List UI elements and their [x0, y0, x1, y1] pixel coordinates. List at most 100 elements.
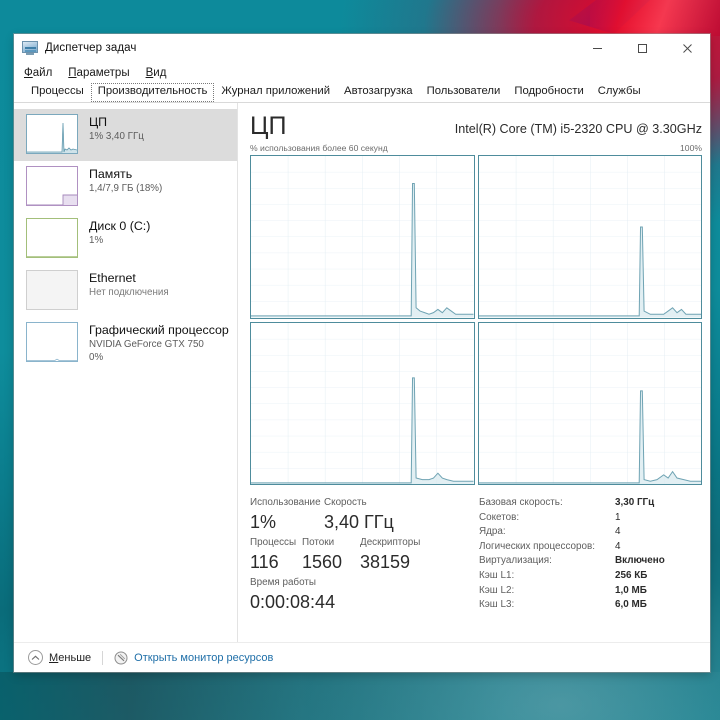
menu-item-view[interactable]: Вид — [146, 67, 167, 79]
close-button[interactable] — [665, 34, 710, 62]
fewer-details-label: Меньше — [49, 651, 92, 664]
graph-axis-left-label: % использования более 60 секунд — [250, 143, 388, 153]
memory-thumbnail-graph — [26, 166, 78, 206]
menu-item-options[interactable]: Параметры — [68, 67, 129, 79]
stat-speed-value: 3,40 ГГц — [324, 512, 394, 532]
cpu-graph-1[interactable] — [477, 155, 702, 319]
detail-key: Логических процессоров: — [479, 540, 596, 552]
detail-row: Кэш L1: 256 КБ — [479, 569, 702, 584]
main-header: ЦП Intel(R) Core (TM) i5-2320 CPU @ 3.30… — [250, 111, 702, 141]
detail-key: Базовая скорость: — [479, 497, 563, 508]
stat-speed: Скорость 3,40 ГГц — [324, 495, 424, 535]
tab-services[interactable]: Службы — [591, 83, 648, 102]
sidebar-item-memory[interactable]: Память 1,4/7,9 ГБ (18%) — [14, 161, 237, 213]
fewer-details-button[interactable]: Меньше — [28, 650, 91, 665]
stat-handles-label: Дескрипторы — [360, 537, 421, 548]
cpu-thumbnail-graph — [26, 114, 78, 154]
detail-value: 4 — [615, 526, 621, 538]
sidebar-item-gpu-sub: NVIDIA GeForce GTX 750 — [89, 339, 204, 350]
sidebar-item-disk[interactable]: Диск 0 (C:) 1% — [14, 213, 237, 265]
sidebar-item-cpu-sub: 1% 3,40 ГГц — [89, 131, 144, 142]
window-title: Диспетчер задач — [45, 42, 137, 54]
window-body: ЦП 1% 3,40 ГГц Память 1,4/7,9 ГБ (18%) Д… — [14, 103, 710, 642]
task-manager-icon — [22, 40, 38, 56]
detail-row: Ядра: 4 — [479, 525, 702, 540]
sidebar-item-gpu-sub2: 0% — [89, 352, 104, 363]
stats-row-2: Процессы 116 Потоки 1560 Дескрипторы 381… — [250, 535, 455, 575]
logical-processors-grid[interactable] — [250, 155, 702, 485]
task-manager-window: Диспетчер задач Файл Параметры Вид Проце… — [14, 34, 710, 672]
detail-value: Включено — [615, 555, 665, 567]
graph-axis-labels: % использования более 60 секунд 100% — [250, 143, 702, 153]
sidebar-item-ethernet-title: Ethernet — [89, 271, 136, 285]
stat-processes-label: Процессы — [250, 537, 297, 548]
detail-row: Виртуализация: Включено — [479, 554, 702, 569]
tab-performance[interactable]: Производительность — [90, 83, 215, 102]
cpu-graph-0[interactable] — [250, 155, 475, 319]
stat-handles-value: 38159 — [360, 552, 411, 572]
tab-details[interactable]: Подробности — [507, 83, 590, 102]
sidebar-item-ethernet[interactable]: Ethernet Нет подключения — [14, 265, 237, 317]
stats-area: Использование 1% Скорость 3,40 ГГц Проце… — [250, 495, 702, 615]
window-titlebar[interactable]: Диспетчер задач — [14, 34, 710, 62]
status-bar: Меньше Открыть монитор ресурсов — [14, 642, 710, 672]
cpu-model-label: Intel(R) Core (TM) i5-2320 CPU @ 3.30GHz — [454, 122, 702, 136]
stat-threads: Потоки 1560 — [302, 535, 360, 575]
open-resource-monitor-label: Открыть монитор ресурсов — [134, 651, 274, 664]
detail-row: Базовая скорость: 3,30 ГГц — [479, 496, 702, 511]
open-resource-monitor-link[interactable]: Открыть монитор ресурсов — [114, 651, 273, 665]
status-divider — [102, 650, 104, 665]
resource-monitor-shield-icon — [114, 651, 128, 665]
tab-app-history[interactable]: Журнал приложений — [214, 83, 337, 102]
detail-value: 6,0 МБ — [615, 599, 647, 611]
stat-threads-value: 1560 — [302, 552, 343, 572]
stats-row-3: Время работы 0:00:08:44 — [250, 575, 455, 615]
menu-bar: Файл Параметры Вид — [14, 62, 710, 84]
sidebar-item-gpu-title: Графический процессор — [89, 323, 229, 337]
graph-axis-right-label: 100% — [680, 143, 702, 153]
detail-key: Кэш L2: — [479, 584, 515, 596]
detail-row: Кэш L2: 1,0 МБ — [479, 584, 702, 599]
detail-row: Логических процессоров: 4 — [479, 540, 702, 555]
stat-uptime-value: 0:00:08:44 — [250, 592, 336, 612]
stat-uptime: Время работы 0:00:08:44 — [250, 575, 410, 615]
stats-details-column: Базовая скорость: 3,30 ГГц Сокетов: 1 Яд… — [455, 495, 702, 615]
sidebar-item-gpu[interactable]: Графический процессор NVIDIA GeForce GTX… — [14, 317, 237, 369]
menu-item-file[interactable]: Файл — [24, 67, 52, 79]
detail-key: Кэш L1: — [479, 569, 515, 581]
detail-value: 1 — [615, 511, 621, 523]
resource-sidebar: ЦП 1% 3,40 ГГц Память 1,4/7,9 ГБ (18%) Д… — [14, 103, 238, 642]
stat-processes: Процессы 116 — [250, 535, 302, 575]
detail-value: 1,0 МБ — [615, 584, 647, 596]
detail-key: Кэш L3: — [479, 599, 515, 611]
detail-key: Сокетов: — [479, 511, 520, 523]
wallpaper-red-streak — [590, 0, 720, 36]
sidebar-item-ethernet-sub: Нет подключения — [89, 287, 169, 298]
stat-handles: Дескрипторы 38159 — [360, 535, 430, 575]
cpu-graph-2[interactable] — [250, 321, 475, 485]
detail-row: Сокетов: 1 — [479, 511, 702, 526]
sidebar-item-disk-title: Диск 0 (C:) — [89, 219, 151, 233]
cpu-graph-3[interactable] — [477, 321, 702, 485]
page-title: ЦП — [250, 112, 287, 140]
tab-users[interactable]: Пользователи — [420, 83, 508, 102]
maximize-button[interactable] — [620, 34, 665, 62]
detail-value: 256 КБ — [615, 569, 648, 581]
stat-utilization-label: Использование — [250, 497, 321, 508]
stat-utilization: Использование 1% — [250, 495, 324, 535]
stat-uptime-label: Время работы — [250, 577, 316, 588]
ethernet-thumbnail-graph — [26, 270, 78, 310]
stats-left-column: Использование 1% Скорость 3,40 ГГц Проце… — [250, 495, 455, 615]
stat-processes-value: 116 — [250, 552, 279, 572]
sidebar-item-cpu[interactable]: ЦП 1% 3,40 ГГц — [14, 109, 237, 161]
gpu-thumbnail-graph — [26, 322, 78, 362]
detail-value: 3,30 ГГц — [615, 497, 655, 508]
tab-startup[interactable]: Автозагрузка — [337, 83, 420, 102]
tab-processes[interactable]: Процессы — [24, 83, 91, 102]
chevron-up-circle-icon — [28, 650, 43, 665]
minimize-button[interactable] — [575, 34, 620, 62]
stats-row-1: Использование 1% Скорость 3,40 ГГц — [250, 495, 455, 535]
sidebar-item-disk-sub: 1% — [89, 235, 104, 246]
tab-strip: Процессы Производительность Журнал прило… — [14, 83, 710, 103]
disk-thumbnail-graph — [26, 218, 78, 258]
